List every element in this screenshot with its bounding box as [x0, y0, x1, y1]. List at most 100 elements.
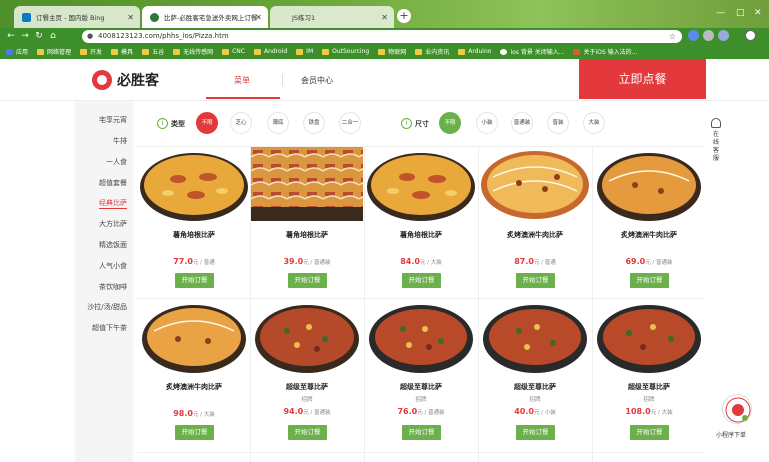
- bookmark[interactable]: 业内资讯: [415, 47, 449, 56]
- product-card[interactable]: 超级至尊比萨 招牌 76.0元 / 普通装 开始订餐: [365, 299, 477, 451]
- type-chip[interactable]: 薄底: [267, 112, 289, 134]
- order-button[interactable]: 开始订餐: [288, 425, 327, 440]
- order-button[interactable]: 开始订餐: [175, 425, 214, 440]
- bookmark[interactable]: 关于iOS 输入法的...: [573, 47, 637, 56]
- bookmark[interactable]: 五谷: [142, 47, 164, 56]
- order-button[interactable]: 开始订餐: [516, 273, 555, 288]
- pizza-image[interactable]: [251, 299, 363, 373]
- sidebar-item[interactable]: 超值套餐: [99, 178, 127, 188]
- order-now-button[interactable]: 立即点餐: [579, 59, 706, 99]
- star-icon[interactable]: ☆: [669, 30, 676, 43]
- size-chip[interactable]: 普通装: [511, 112, 533, 134]
- product-card[interactable]: 超级至尊比萨 招牌 94.0元 / 普通装 开始订餐: [251, 299, 363, 451]
- sidebar-item[interactable]: 沙拉/汤/甜品: [87, 302, 127, 312]
- bookmark[interactable]: 网络管理: [37, 47, 71, 56]
- pizza-image[interactable]: [138, 147, 250, 221]
- nav-menu[interactable]: 菜单: [234, 75, 250, 86]
- grid-divider: [137, 452, 705, 453]
- bookmark[interactable]: OutSourcing: [322, 48, 369, 55]
- sidebar-item[interactable]: 大方比萨: [99, 219, 127, 229]
- bookmark[interactable]: IM: [296, 48, 313, 55]
- folder-icon: [111, 48, 119, 55]
- profile-icon[interactable]: [745, 30, 756, 41]
- bookmark[interactable]: 物联网: [378, 47, 406, 56]
- order-button[interactable]: 开始订餐: [175, 273, 214, 288]
- bookmark[interactable]: CNC: [222, 48, 245, 55]
- sidebar-item[interactable]: 精选饭面: [99, 240, 127, 250]
- order-button[interactable]: 开始订餐: [630, 425, 669, 440]
- bookmark-label: OutSourcing: [332, 48, 370, 55]
- type-chip-all[interactable]: 不限: [196, 112, 218, 134]
- bookmark[interactable]: 模具: [111, 47, 133, 56]
- headset-icon: [711, 118, 721, 128]
- pizza-image[interactable]: [593, 299, 705, 373]
- home-icon[interactable]: ⌂: [46, 31, 60, 41]
- order-button[interactable]: 开始订餐: [402, 273, 441, 288]
- size-chip[interactable]: 普装: [547, 112, 569, 134]
- tab-bing[interactable]: 订餐主页 - 国内版 Bing ✕: [14, 6, 140, 28]
- pizza-image[interactable]: [138, 299, 250, 373]
- size-chip[interactable]: 小装: [476, 112, 498, 134]
- address-bar[interactable]: ● 4008123123.com/phhs_ios/Pizza.htm ☆: [82, 30, 682, 43]
- pizza-image[interactable]: [593, 147, 705, 221]
- order-button[interactable]: 开始订餐: [288, 273, 327, 288]
- product-card[interactable]: 炙烤澳洲牛肉比萨 98.0元 / 大装 开始订餐: [138, 299, 250, 451]
- new-tab-button[interactable]: +: [397, 9, 411, 23]
- logo[interactable]: 必胜客: [92, 70, 159, 90]
- minimize-button[interactable]: —: [716, 8, 725, 18]
- product-card[interactable]: 薯角培根比萨 84.0元 / 大装 开始订餐: [365, 147, 477, 299]
- product-card[interactable]: 炙烤澳洲牛肉比萨 69.0元 / 普通装 开始订餐: [593, 147, 705, 299]
- pizza-image[interactable]: [251, 147, 363, 221]
- product-card[interactable]: 薯角培根比萨 77.0元 / 普通 开始订餐: [138, 147, 250, 299]
- close-icon[interactable]: ✕: [255, 13, 262, 22]
- bookmark[interactable]: Android: [253, 48, 287, 55]
- maximize-button[interactable]: □: [736, 8, 745, 18]
- folder-icon: [458, 48, 466, 55]
- nav-member-center[interactable]: 会员中心: [301, 75, 333, 86]
- bookmark[interactable]: 无线传感网: [173, 47, 213, 56]
- bookmark[interactable]: 开发: [80, 47, 102, 56]
- extension-icon[interactable]: [688, 30, 699, 41]
- tab-pizza[interactable]: 比萨-必胜客宅急送外卖网上订餐 ✕: [142, 6, 268, 28]
- product-card[interactable]: 超级至尊比萨 招牌 108.0元 / 大装 开始订餐: [593, 299, 705, 451]
- price-value: 76.0: [397, 407, 418, 416]
- order-button[interactable]: 开始订餐: [516, 425, 555, 440]
- product-card[interactable]: 薯角培根比萨 39.0元 / 普通装 开始订餐: [251, 147, 363, 299]
- pizza-image[interactable]: [479, 299, 591, 373]
- price-unit: 元 / 大装: [650, 410, 673, 416]
- back-icon[interactable]: ←: [4, 31, 18, 41]
- size-chip[interactable]: 大装: [583, 112, 605, 134]
- type-chip[interactable]: 芝心: [230, 112, 252, 134]
- sidebar-item[interactable]: 茶饮咖啡: [99, 282, 127, 292]
- tab-js[interactable]: JS练习1 ✕: [270, 6, 394, 28]
- reload-icon[interactable]: ↻: [32, 31, 46, 41]
- extension-icon[interactable]: [718, 30, 729, 41]
- online-service[interactable]: 在线客服: [709, 118, 723, 163]
- bookmark[interactable]: ios 背景 关闭输入...: [500, 47, 564, 56]
- close-icon[interactable]: ✕: [381, 13, 388, 22]
- pizza-image[interactable]: [365, 299, 477, 373]
- sidebar-item[interactable]: 宅享元宵: [99, 115, 127, 125]
- forward-icon[interactable]: →: [18, 31, 32, 41]
- sidebar-item-active[interactable]: 经典比萨: [99, 198, 127, 209]
- close-icon[interactable]: ✕: [127, 13, 134, 22]
- type-chip[interactable]: 二合一: [339, 112, 361, 134]
- pizza-image[interactable]: [479, 147, 591, 221]
- type-chip[interactable]: 铁盘: [303, 112, 325, 134]
- sidebar-item[interactable]: 牛排: [113, 136, 127, 146]
- close-window-button[interactable]: ✕: [754, 8, 762, 18]
- sidebar-item[interactable]: 一人食: [106, 157, 127, 167]
- product-card[interactable]: 超级至尊比萨 招牌 40.0元 / 小装 开始订餐: [479, 299, 591, 451]
- size-chip-all[interactable]: 不限: [439, 112, 461, 134]
- bookmark[interactable]: Arduino: [458, 48, 491, 55]
- mini-program-icon: [725, 397, 751, 423]
- product-card[interactable]: 炙烤澳洲牛肉比萨 87.0元 / 普通 开始订餐: [479, 147, 591, 299]
- extension-icon[interactable]: [703, 30, 714, 41]
- order-button[interactable]: 开始订餐: [402, 425, 441, 440]
- mini-program-qr[interactable]: [722, 394, 752, 424]
- pizza-image[interactable]: [365, 147, 477, 221]
- sidebar-item[interactable]: 超值下午茶: [92, 323, 127, 333]
- sidebar-item[interactable]: 人气小食: [99, 261, 127, 271]
- bookmark-apps[interactable]: 应用: [6, 47, 28, 56]
- order-button[interactable]: 开始订餐: [630, 273, 669, 288]
